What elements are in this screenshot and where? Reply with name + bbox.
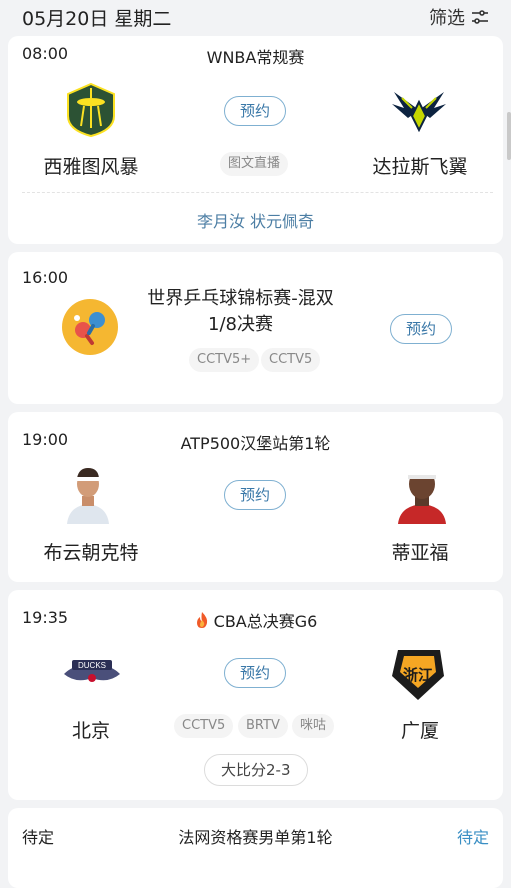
match-card-roland-garros[interactable]: 待定 法网资格赛男单第1轮 待定 — [8, 808, 503, 888]
player-avatar-icon — [398, 467, 446, 524]
home-player-name: 布云朝克特 — [43, 542, 139, 564]
series-score-pill[interactable]: 大比分2-3 — [204, 754, 308, 786]
channel-chip[interactable]: 咪咕 — [292, 714, 335, 738]
match-card-wnba[interactable]: 08:00 WNBA常规赛 预约 西雅图风暴 图文直播 达拉斯飞翼 李月汝 状元… — [8, 36, 503, 244]
channel-chip[interactable]: BRTV — [238, 714, 288, 738]
beijing-ducks-logo-icon: DUCKS — [64, 660, 120, 682]
away-logo-text: 浙江 — [403, 666, 433, 684]
date-header: 05月20日 星期二 筛选 — [0, 0, 511, 34]
channel-chip[interactable]: CCTV5+ — [189, 348, 260, 372]
match-title: ATP500汉堡站第1轮 — [180, 434, 331, 453]
book-button[interactable]: 预约 — [224, 96, 286, 126]
book-button[interactable]: 预约 — [390, 314, 452, 344]
svg-text:DUCKS: DUCKS — [78, 661, 106, 670]
match-title-line1: 世界乒乓球锦标赛-混双 — [147, 288, 334, 309]
channel-chip[interactable]: CCTV5 — [174, 714, 234, 738]
commentators-link[interactable]: 李月汝 状元佩奇 — [8, 208, 503, 232]
away-player-name: 蒂亚福 — [391, 542, 449, 564]
channel-chip[interactable]: 图文直播 — [220, 152, 289, 176]
home-team-name: 北京 — [71, 720, 110, 742]
match-card-atp[interactable]: 19:00 ATP500汉堡站第1轮 预约 布云朝克特 蒂亚福 — [8, 412, 503, 582]
filter-button[interactable]: 筛选 — [429, 4, 489, 30]
player-avatar-icon — [67, 468, 109, 524]
filter-sliders-icon — [472, 10, 488, 24]
match-status: 待定 — [456, 828, 489, 847]
scrollbar[interactable] — [507, 112, 511, 160]
away-team-name: 广厦 — [400, 720, 439, 742]
match-title: WNBA常规赛 — [206, 48, 305, 67]
divider — [22, 192, 493, 193]
book-button[interactable]: 预约 — [224, 480, 286, 510]
match-title: CBA总决赛G6 — [8, 608, 503, 632]
date-label: 05月20日 星期二 — [22, 8, 172, 30]
home-team-name: 西雅图风暴 — [43, 156, 139, 178]
channel-chip[interactable]: CCTV5 — [261, 348, 321, 372]
match-title-text: CBA总决赛G6 — [213, 612, 318, 631]
book-button[interactable]: 预约 — [224, 658, 286, 688]
away-team-name: 达拉斯飞翼 — [372, 156, 468, 178]
zhejiang-lions-logo-icon: 浙江 — [392, 650, 444, 700]
match-card-cba[interactable]: 19:35 CBA总决赛G6 DUCKS 预约 浙江 北京 CCTV5 BRTV… — [8, 590, 503, 800]
dallas-wings-logo-icon — [392, 92, 446, 132]
match-time: 16:00 — [22, 268, 69, 287]
filter-label: 筛选 — [429, 8, 465, 29]
seattle-storm-logo-icon — [67, 82, 115, 138]
fire-icon — [196, 612, 207, 628]
match-title: 法网资格赛男单第1轮 — [178, 828, 333, 847]
match-card-table-tennis[interactable]: 16:00 世界乒乓球锦标赛-混双 1/8决赛 预约 CCTV5+ CCTV5 — [8, 252, 503, 404]
